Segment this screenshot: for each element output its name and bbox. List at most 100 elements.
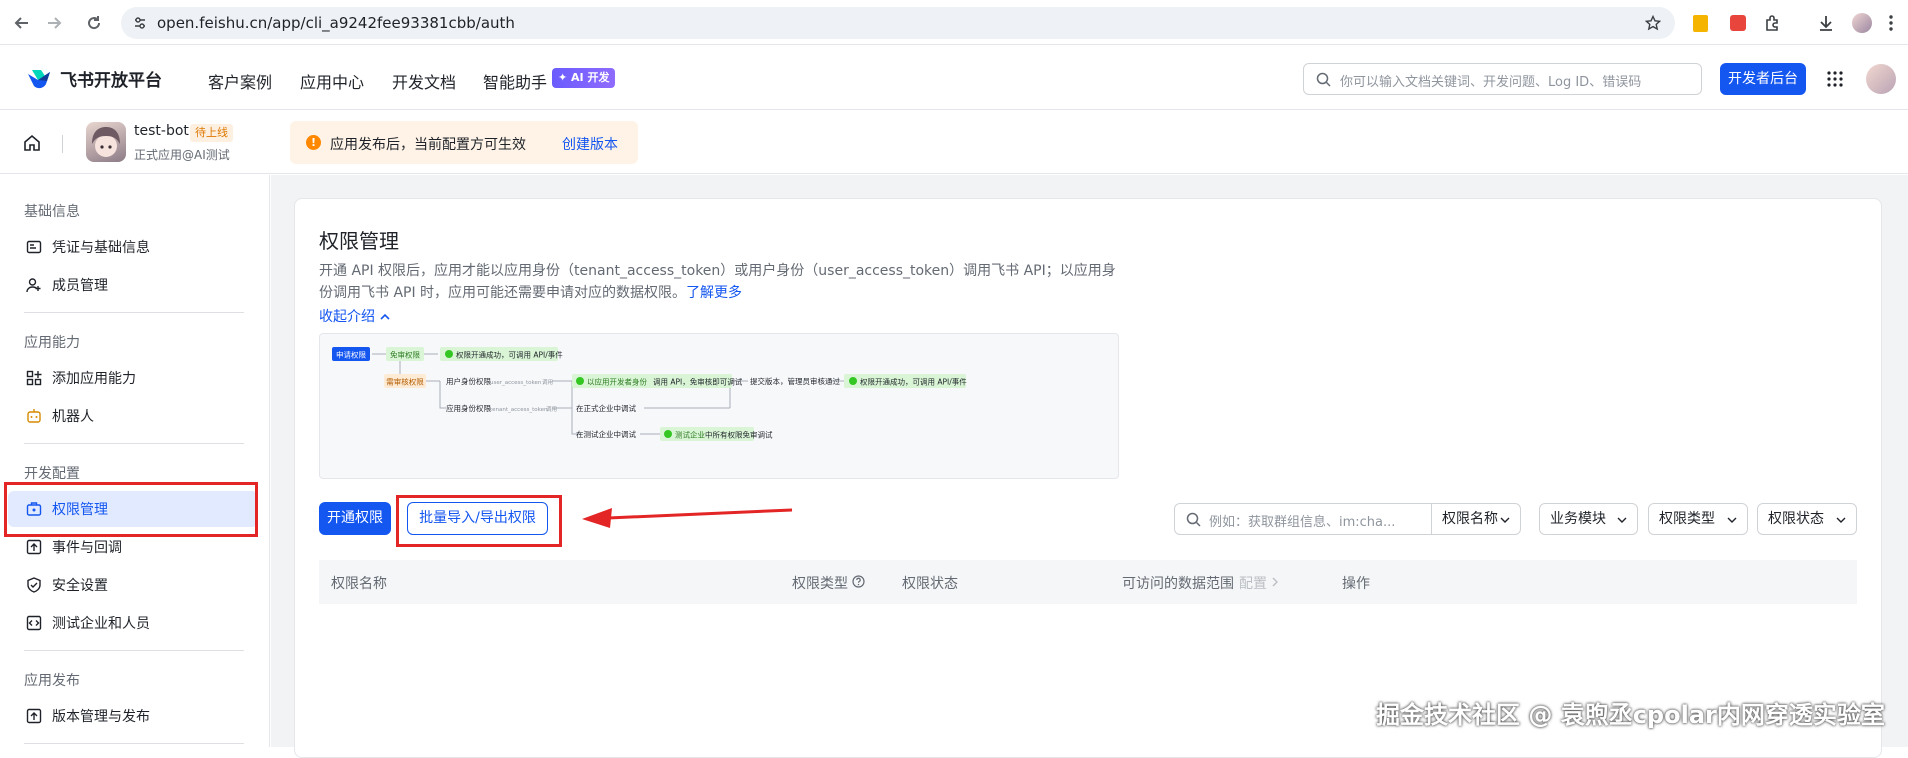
nav-dev-docs[interactable]: 开发文档	[392, 69, 456, 93]
site-info-icon[interactable]	[133, 16, 147, 30]
diagram-text-apply: 申请权限	[336, 350, 366, 360]
credential-card-icon	[26, 240, 42, 254]
app-avatar	[86, 122, 126, 162]
filter-label: 业务模块	[1550, 511, 1606, 527]
chevron-up-icon	[380, 313, 391, 320]
extensions-puzzle-icon[interactable]	[1762, 12, 1784, 34]
address-bar[interactable]: open.feishu.cn/app/cli_a9242fee93381cbb/…	[121, 7, 1675, 39]
app-status-badge: 待上线	[190, 124, 233, 142]
nav-ai-assistant[interactable]: 智能助手	[483, 69, 547, 93]
notice-text: 应用发布后，当前配置方可生效	[330, 137, 526, 153]
sidebar-item-add-capability[interactable]: 添加应用能力	[0, 360, 262, 396]
download-icon[interactable]	[1815, 12, 1837, 34]
sidebar-item-test-tenants[interactable]: 测试企业和人员	[0, 605, 262, 641]
feishu-logo[interactable]: 飞书开放平台	[26, 66, 162, 91]
sidebar-item-label: 版本管理与发布	[52, 709, 150, 725]
home-icon[interactable]	[22, 133, 42, 153]
profile-avatar-icon[interactable]	[1851, 12, 1873, 34]
sidebar-item-members[interactable]: 成员管理	[0, 267, 262, 303]
filter-permission-status[interactable]: 权限状态	[1757, 503, 1857, 535]
column-permission-status: 权限状态	[902, 576, 958, 592]
nav-app-center[interactable]: 应用中心	[300, 69, 364, 93]
warning-icon: !	[306, 135, 321, 150]
add-capability-icon	[26, 370, 42, 386]
sidebar-group-capabilities: 应用能力	[24, 335, 80, 351]
permission-search-input[interactable]: 例如：获取群组信息、im:cha...	[1174, 503, 1432, 535]
divider	[62, 135, 63, 153]
highlight-box-batch	[396, 495, 562, 547]
permission-flow-diagram: 申请权限 免审权限 权限开通成功，可调用 API/事件 需审核权限 用户身份权限…	[319, 333, 1119, 479]
reload-icon[interactable]	[82, 11, 106, 35]
ai-dev-badge: ✦ AI 开发	[552, 68, 616, 88]
diagram-text-dev-identity-2: 调用 API，免审核即可调试	[653, 377, 743, 387]
diagram-text-test-debug: 在测试企业中调试	[576, 429, 636, 439]
sidebar-item-versions[interactable]: 版本管理与发布	[0, 698, 262, 734]
more-vert-icon[interactable]	[1880, 12, 1902, 34]
collapse-intro-toggle[interactable]: 收起介绍	[319, 306, 391, 326]
developer-console-button[interactable]: 开发者后台	[1720, 63, 1806, 95]
app-name: test-bot	[134, 123, 189, 139]
permission-table-header: 权限名称 权限类型 权限状态 可访问的数据范围 配置 操作	[319, 560, 1857, 604]
learn-more-link[interactable]: 了解更多	[686, 285, 742, 301]
diagram-text-tenant-token: tenant_access_token	[490, 407, 548, 413]
search-icon	[1186, 512, 1201, 527]
filter-permission-name[interactable]: 权限名称	[1431, 503, 1521, 535]
filter-business-module[interactable]: 业务模块	[1539, 503, 1638, 535]
extension-yellow-icon[interactable]	[1689, 12, 1711, 34]
page-description: 开通 API 权限后，应用才能以应用身份（tenant_access_token…	[319, 260, 1119, 304]
flow-diagram-svg: 申请权限 免审权限 权限开通成功，可调用 API/事件 需审核权限 用户身份权限…	[332, 347, 967, 441]
diagram-text-need-review: 需审核权限	[386, 377, 424, 387]
sidebar-divider	[24, 650, 244, 651]
sidebar-group-basic: 基础信息	[24, 204, 80, 220]
sidebar-item-label: 事件与回调	[52, 540, 122, 556]
browser-toolbar: open.feishu.cn/app/cli_a9242fee93381cbb/…	[0, 0, 1908, 45]
diagram-text-ok1: 权限开通成功，可调用 API/事件	[456, 350, 563, 360]
filter-permission-type[interactable]: 权限类型	[1648, 503, 1748, 535]
chevron-down-icon	[1617, 517, 1627, 523]
diagram-text-test-free-1: 测试企业	[675, 430, 705, 440]
forward-icon[interactable]	[42, 11, 66, 35]
diagram-text-user-identity: 用户身份权限	[446, 376, 491, 386]
sidebar-item-security[interactable]: 安全设置	[0, 567, 262, 603]
chevron-right-icon	[1272, 577, 1278, 587]
site-header: 飞书开放平台 客户案例 应用中心 开发文档 智能助手 ✦ AI 开发 你可以输入…	[0, 46, 1908, 110]
enable-permission-button[interactable]: 开通权限	[319, 502, 391, 535]
publish-notice: ! 应用发布后，当前配置方可生效 创建版本	[290, 121, 638, 164]
back-icon[interactable]	[10, 11, 34, 35]
chevron-down-icon	[1500, 517, 1510, 523]
sidebar-item-label: 成员管理	[52, 278, 108, 294]
nav-customer-cases[interactable]: 客户案例	[208, 69, 272, 93]
help-circle-icon[interactable]	[852, 575, 865, 588]
red-annotation-arrow	[582, 508, 793, 528]
page-title: 权限管理	[319, 229, 399, 253]
sidebar-item-label: 测试企业和人员	[52, 616, 150, 632]
diagram-text-call-2: 调用	[546, 405, 557, 413]
user-avatar[interactable]	[1866, 64, 1896, 94]
filter-label: 权限名称	[1442, 511, 1498, 527]
diagram-text-formal-debug: 在正式企业中调试	[576, 403, 636, 413]
sidebar-group-dev-config: 开发配置	[24, 466, 80, 482]
configure-data-scope-link[interactable]: 配置	[1239, 573, 1267, 593]
search-placeholder: 你可以输入文档关键词、开发问题、Log ID、错误码	[1340, 75, 1642, 90]
diagram-text-free: 免审权限	[390, 350, 420, 360]
sidebar-item-credentials[interactable]: 凭证与基础信息	[0, 229, 262, 265]
diagram-text-ok2: 权限开通成功，可调用 API/事件	[860, 377, 967, 387]
diagram-text-dev-identity-1: 以应用开发者身份	[587, 377, 647, 387]
sidebar-item-bot[interactable]: 机器人	[0, 398, 262, 434]
collapse-label: 收起介绍	[319, 309, 375, 325]
feishu-logo-icon	[28, 69, 50, 88]
chevron-down-icon	[1836, 517, 1846, 523]
diagram-text-app-identity: 应用身份权限	[446, 403, 491, 413]
app-subtitle: 正式应用@AI测试	[134, 148, 230, 162]
code-test-icon	[26, 615, 42, 631]
bookmark-star-icon[interactable]	[1645, 15, 1661, 31]
extension-red-icon[interactable]	[1727, 12, 1749, 34]
app-grid-icon[interactable]	[1826, 70, 1844, 88]
chevron-down-icon	[1727, 517, 1737, 523]
sidebar-item-label: 添加应用能力	[52, 371, 136, 387]
create-version-link[interactable]: 创建版本	[562, 134, 618, 154]
column-data-scope: 可访问的数据范围	[1122, 576, 1234, 592]
sidebar-group-release: 应用发布	[24, 673, 80, 689]
app-info-bar: test-bot 待上线 正式应用@AI测试 ! 应用发布后，当前配置方可生效 …	[0, 111, 1908, 174]
doc-search-input[interactable]: 你可以输入文档关键词、开发问题、Log ID、错误码	[1303, 63, 1702, 95]
